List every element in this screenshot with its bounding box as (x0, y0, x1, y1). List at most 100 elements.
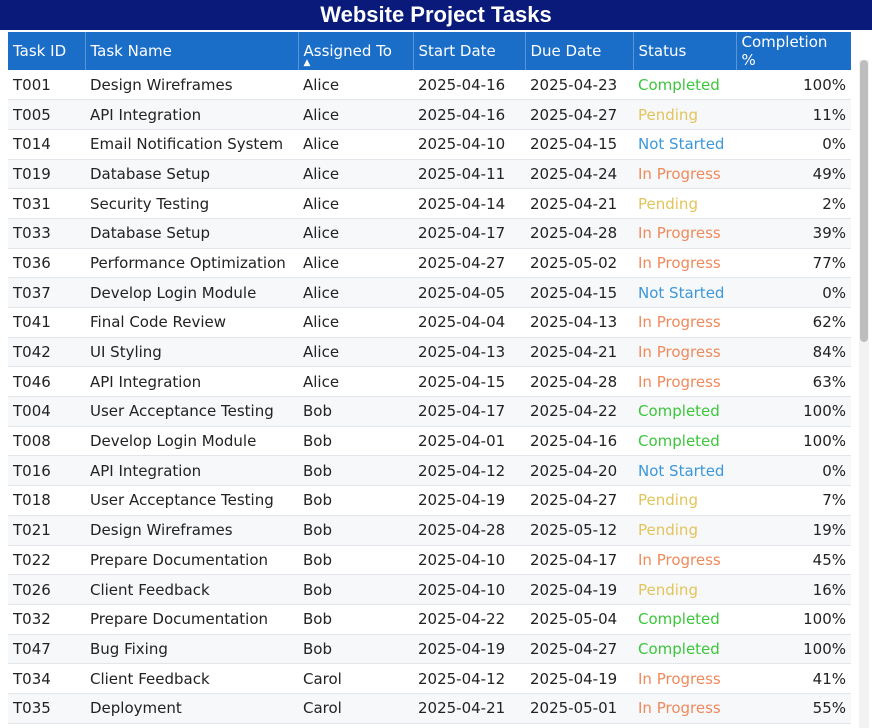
start-date-cell: 2025-04-15 (413, 366, 525, 398)
start-date-cell: 2025-04-04 (413, 307, 525, 338)
assignee-cell: Alice (298, 70, 413, 101)
table-row[interactable]: T036 Performance Optimization Alice 2025-04… (8, 248, 851, 279)
task-name-cell: UI Styling (85, 337, 298, 368)
column-header-assigned-to[interactable]: Assigned To ▲ (298, 32, 414, 70)
table-row[interactable]: T005 API Integration Alice 2025-04-16 2025-0… (8, 99, 851, 130)
table-row[interactable]: T014 Email Notification System Alice 2025-0… (8, 129, 851, 160)
completion-cell: 7% (736, 485, 851, 516)
table-row[interactable]: T034 Client Feedback Carol 2025-04-12 2025-0… (8, 663, 851, 694)
status-cell: In Progress (633, 366, 736, 398)
table-row[interactable]: T001 Design Wireframes Alice 2025-04-16 2025… (8, 70, 851, 101)
task-name-cell: User Acceptance Testing (85, 396, 298, 427)
start-date-cell: 2025-04-27 (413, 248, 525, 279)
completion-cell: 100% (736, 426, 851, 457)
task-id-cell: T034 (8, 663, 85, 694)
assignee-cell: Bob (298, 426, 413, 457)
completion-cell: 41% (736, 663, 851, 694)
task-id-cell: T032 (8, 604, 85, 635)
assignee-cell: Alice (298, 218, 413, 249)
task-id-cell: T035 (8, 693, 85, 724)
start-date-cell: 2025-04-13 (413, 337, 525, 368)
start-date-cell: 2025-04-10 (413, 545, 525, 576)
table-row[interactable]: T019 Database Setup Alice 2025-04-11 2025-04… (8, 159, 851, 190)
table-row[interactable]: T018 User Acceptance Testing Bob 2025-04-19… (8, 485, 851, 516)
completion-cell: 84% (736, 337, 851, 368)
task-id-cell: T042 (8, 337, 85, 368)
table-header-row: Task ID Task Name Assigned To ▲ Start Da… (8, 32, 851, 70)
task-name-cell: Develop Login Module (85, 426, 298, 457)
assignee-cell: Alice (298, 188, 413, 219)
table-row[interactable]: T021 Design Wireframes Bob 2025-04-28 2025-0… (8, 515, 851, 546)
table-row[interactable]: T026 Client Feedback Bob 2025-04-10 2025-04-… (8, 574, 851, 605)
task-table: Task ID Task Name Assigned To ▲ Start Da… (8, 32, 851, 724)
assignee-cell: Bob (298, 574, 413, 605)
completion-cell: 0% (736, 455, 851, 487)
assignee-cell: Bob (298, 396, 413, 427)
column-header-completion[interactable]: Completion % (736, 32, 851, 70)
assignee-cell: Bob (298, 455, 413, 487)
table-row[interactable]: T047 Bug Fixing Bob 2025-04-19 2025-04-27 Com… (8, 634, 851, 665)
assignee-cell: Alice (298, 129, 413, 160)
completion-cell: 100% (736, 604, 851, 635)
assignee-cell: Bob (298, 604, 413, 635)
task-id-cell: T014 (8, 129, 85, 160)
column-header-start-date[interactable]: Start Date (413, 32, 526, 70)
status-cell: Pending (633, 574, 736, 605)
start-date-cell: 2025-04-01 (413, 426, 525, 457)
task-name-cell: API Integration (85, 99, 298, 130)
assignee-cell: Bob (298, 515, 413, 546)
assignee-cell: Alice (298, 99, 413, 130)
column-header-due-date[interactable]: Due Date (525, 32, 634, 70)
sort-ascending-icon: ▲ (303, 58, 311, 68)
completion-cell: 11% (736, 99, 851, 130)
vertical-scrollbar[interactable] (859, 60, 869, 728)
due-date-cell: 2025-04-16 (525, 426, 633, 457)
status-cell: In Progress (633, 159, 736, 190)
task-id-cell: T001 (8, 70, 85, 101)
table-row[interactable]: T041 Final Code Review Alice 2025-04-04 2025… (8, 307, 851, 338)
start-date-cell: 2025-04-11 (413, 159, 525, 190)
table-row[interactable]: T037 Develop Login Module Alice 2025-04-05 2… (8, 277, 851, 308)
table-row[interactable]: T022 Prepare Documentation Bob 2025-04-10 20… (8, 545, 851, 576)
completion-cell: 39% (736, 218, 851, 249)
table-row[interactable]: T008 Develop Login Module Bob 2025-04-01 202… (8, 426, 851, 457)
task-name-cell: Develop Login Module (85, 277, 298, 308)
due-date-cell: 2025-04-23 (525, 70, 633, 101)
scrollbar-thumb[interactable] (860, 60, 868, 342)
completion-cell: 55% (736, 693, 851, 724)
due-date-cell: 2025-04-15 (525, 129, 633, 160)
table-row[interactable]: T046 API Integration Alice 2025-04-15 2025-0… (8, 366, 851, 398)
column-header-task-id[interactable]: Task ID (8, 32, 86, 70)
task-name-cell: Email Notification System (85, 129, 298, 160)
column-header-status[interactable]: Status (633, 32, 737, 70)
task-id-cell: T047 (8, 634, 85, 665)
start-date-cell: 2025-04-21 (413, 693, 525, 724)
task-name-cell: API Integration (85, 455, 298, 487)
start-date-cell: 2025-04-16 (413, 99, 525, 130)
status-cell: In Progress (633, 307, 736, 338)
status-cell: Completed (633, 426, 736, 457)
table-row[interactable]: T042 UI Styling Alice 2025-04-13 2025-04-21 I… (8, 337, 851, 368)
task-name-cell: Client Feedback (85, 574, 298, 605)
completion-cell: 63% (736, 366, 851, 398)
status-cell: In Progress (633, 248, 736, 279)
task-id-cell: T046 (8, 366, 85, 398)
table-row[interactable]: T004 User Acceptance Testing Bob 2025-04-17… (8, 396, 851, 427)
start-date-cell: 2025-04-17 (413, 218, 525, 249)
status-cell: In Progress (633, 218, 736, 249)
assignee-cell: Carol (298, 693, 413, 724)
due-date-cell: 2025-05-01 (525, 693, 633, 724)
due-date-cell: 2025-04-15 (525, 277, 633, 308)
table-row[interactable]: T035 Deployment Carol 2025-04-21 2025-05-01 I… (8, 693, 851, 724)
due-date-cell: 2025-04-28 (525, 366, 633, 398)
table-row[interactable]: T016 API Integration Bob 2025-04-12 2025-04-… (8, 455, 851, 487)
start-date-cell: 2025-04-17 (413, 396, 525, 427)
table-row[interactable]: T031 Security Testing Alice 2025-04-14 2025-… (8, 188, 851, 219)
table-row[interactable]: T032 Prepare Documentation Bob 2025-04-22 20… (8, 604, 851, 635)
column-header-task-name[interactable]: Task Name (85, 32, 299, 70)
status-cell: Completed (633, 604, 736, 635)
completion-cell: 49% (736, 159, 851, 190)
table-row[interactable]: T033 Database Setup Alice 2025-04-17 2025-04… (8, 218, 851, 249)
task-name-cell: API Integration (85, 366, 298, 398)
status-cell: In Progress (633, 545, 736, 576)
